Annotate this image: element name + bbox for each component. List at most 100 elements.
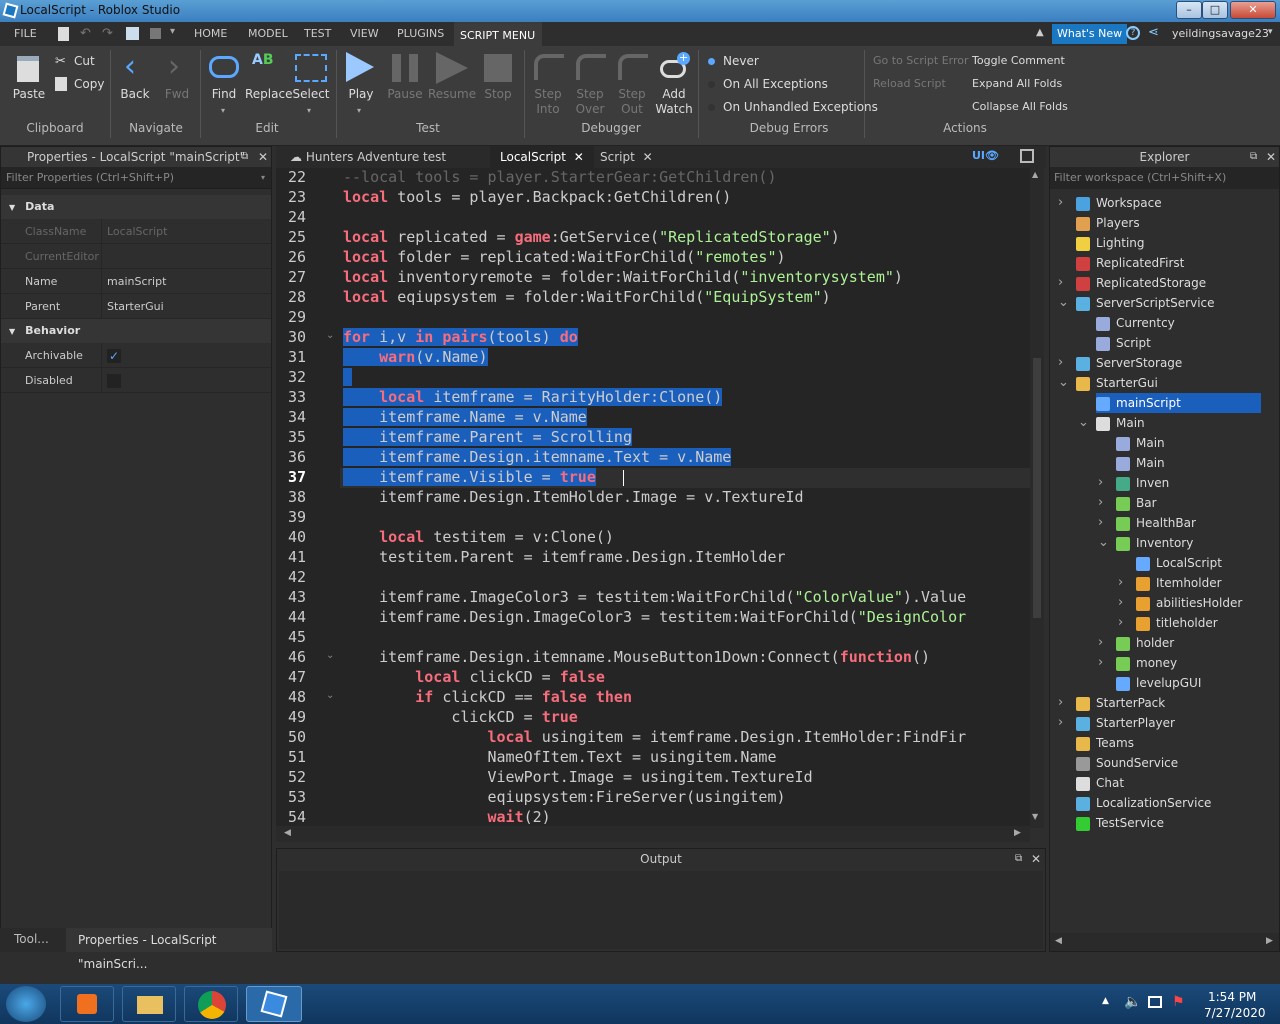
customize-icon[interactable]: ▾ bbox=[170, 26, 175, 37]
forward-button[interactable]: Fwd bbox=[158, 87, 196, 101]
property-value[interactable]: StarterGui bbox=[107, 294, 164, 319]
step-over-icon[interactable] bbox=[576, 54, 606, 80]
explorer-item-holder[interactable]: › holder bbox=[1098, 633, 1174, 653]
explorer-horizontal-scrollbar[interactable]: ◀ ▶ bbox=[1050, 933, 1279, 951]
explorer-item-chat[interactable]: Chat bbox=[1076, 773, 1124, 793]
network-icon[interactable] bbox=[1148, 996, 1162, 1008]
split-view-icon[interactable] bbox=[1020, 149, 1034, 163]
step-into-button[interactable]: Step Into bbox=[528, 87, 568, 117]
editor-vertical-scrollbar[interactable]: ▲ ▼ bbox=[1030, 168, 1044, 828]
copy-button[interactable]: Copy bbox=[74, 77, 104, 91]
collapsed-arrow-icon[interactable]: › bbox=[1098, 473, 1103, 493]
go-to-script-error-button[interactable]: Go to Script Error bbox=[873, 54, 969, 67]
toolbox-icon[interactable] bbox=[126, 27, 139, 40]
roblox-studio-taskbar-icon[interactable] bbox=[246, 986, 302, 1022]
close-icon[interactable]: ✕ bbox=[258, 147, 268, 167]
collapsed-arrow-icon[interactable]: › bbox=[1058, 353, 1063, 373]
expanded-arrow-icon[interactable]: ⌄ bbox=[1078, 413, 1089, 433]
chevron-down-icon[interactable]: ▾ bbox=[261, 167, 265, 189]
action-center-icon[interactable]: ⚑ bbox=[1172, 994, 1185, 1010]
media-player-taskbar-icon[interactable] bbox=[60, 986, 114, 1022]
show-hidden-icons[interactable]: ▲ bbox=[1102, 996, 1109, 1006]
explorer-item-lighting[interactable]: Lighting bbox=[1076, 233, 1145, 253]
collapsed-arrow-icon[interactable]: › bbox=[1118, 573, 1123, 593]
explorer-item-levelupgui[interactable]: levelupGUI bbox=[1116, 673, 1201, 693]
explorer-item-startergui[interactable]: ⌄ StarterGui bbox=[1058, 373, 1158, 393]
help-icon[interactable]: ? bbox=[1126, 26, 1140, 40]
tab-file[interactable]: FILE bbox=[8, 22, 43, 46]
step-out-icon[interactable] bbox=[618, 54, 648, 80]
expanded-arrow-icon[interactable]: ⌄ bbox=[1058, 293, 1069, 313]
clock-time[interactable]: 1:54 PM bbox=[1208, 990, 1256, 1004]
stop-icon[interactable] bbox=[150, 28, 161, 39]
property-parent[interactable]: Parent StarterGui bbox=[1, 294, 271, 319]
property-disabled[interactable]: Disabled bbox=[1, 368, 271, 393]
property-value[interactable]: mainScript bbox=[107, 269, 166, 294]
explorer-item-inven[interactable]: › Inven bbox=[1098, 473, 1169, 493]
explorer-item-mainscript[interactable]: mainScript bbox=[1096, 393, 1261, 413]
explorer-item-bar[interactable]: › Bar bbox=[1098, 493, 1157, 513]
maximize-button[interactable]: □ bbox=[1202, 1, 1228, 19]
collapsed-arrow-icon[interactable]: › bbox=[1098, 513, 1103, 533]
undock-icon[interactable]: ⧉ bbox=[1015, 849, 1022, 869]
collapse-ribbon-icon[interactable]: ▲ bbox=[1036, 27, 1044, 38]
play-icon[interactable] bbox=[346, 52, 374, 82]
collapsed-arrow-icon[interactable]: › bbox=[1098, 493, 1103, 513]
property-name[interactable]: Name mainScript bbox=[1, 269, 271, 294]
filter-workspace-input[interactable]: Filter workspace (Ctrl+Shift+X) bbox=[1050, 167, 1279, 189]
volume-icon[interactable]: 🔈 bbox=[1124, 994, 1141, 1010]
play-dropdown-icon[interactable]: ▾ bbox=[357, 106, 361, 115]
tab-localscript[interactable]: LocalScript ✕ bbox=[490, 146, 594, 168]
close-icon[interactable]: ✕ bbox=[1266, 147, 1276, 167]
step-over-button[interactable]: Step Over bbox=[570, 87, 610, 117]
replace-icon[interactable]: AB bbox=[252, 52, 274, 68]
collapsed-arrow-icon[interactable]: › bbox=[1098, 633, 1103, 653]
fold-toggle-icon[interactable]: ⌄ bbox=[326, 330, 334, 341]
toggle-comment-button[interactable]: Toggle Comment bbox=[972, 54, 1065, 67]
filter-properties-input[interactable]: Filter Properties (Ctrl+Shift+P) ▾ bbox=[1, 167, 271, 189]
explorer-item-serverstorage[interactable]: › ServerStorage bbox=[1058, 353, 1182, 373]
explorer-item-soundservice[interactable]: SoundService bbox=[1076, 753, 1178, 773]
pause-button[interactable]: Pause bbox=[385, 87, 425, 101]
clock-date[interactable]: 7/27/2020 bbox=[1204, 1006, 1266, 1020]
cut-button[interactable]: Cut bbox=[74, 54, 95, 68]
tab-properties[interactable]: Properties - LocalScript "mainScri... bbox=[66, 928, 272, 971]
fold-toggle-icon[interactable]: ⌄ bbox=[326, 690, 334, 701]
find-dropdown-icon[interactable]: ▾ bbox=[221, 106, 225, 115]
collapsed-arrow-icon[interactable]: › bbox=[1058, 193, 1063, 213]
redo-icon[interactable]: ↷ bbox=[102, 26, 113, 41]
editor-horizontal-scrollbar[interactable]: ◀ ▶ bbox=[276, 826, 1030, 842]
explorer-item-abilitiesholder[interactable]: › abilitiesHolder bbox=[1118, 593, 1242, 613]
whats-new-button[interactable]: What's New bbox=[1052, 24, 1128, 44]
find-button[interactable]: Find bbox=[204, 87, 244, 101]
explorer-item-serverscriptservice[interactable]: ⌄ ServerScriptService bbox=[1058, 293, 1215, 313]
undo-icon[interactable]: ↶ bbox=[80, 26, 91, 41]
username[interactable]: yeildingsavage23 bbox=[1172, 27, 1269, 40]
paste-icon[interactable] bbox=[17, 56, 39, 82]
scroll-down-icon[interactable]: ▼ bbox=[1032, 812, 1038, 821]
explorer-item-main[interactable]: Main bbox=[1116, 433, 1165, 453]
back-icon[interactable]: ‹ bbox=[124, 52, 136, 82]
stop-button[interactable]: Stop bbox=[478, 87, 518, 101]
checkbox-checked-icon[interactable]: ✓ bbox=[107, 349, 121, 363]
undock-icon[interactable]: ⧉ bbox=[1250, 147, 1257, 167]
explorer-item-starterplayer[interactable]: › StarterPlayer bbox=[1058, 713, 1175, 733]
checkbox-unchecked-icon[interactable] bbox=[107, 374, 121, 388]
explorer-item-titleholder[interactable]: › titleholder bbox=[1118, 613, 1218, 633]
explorer-item-localscript[interactable]: LocalScript bbox=[1136, 553, 1222, 573]
explorer-item-replicatedfirst[interactable]: ReplicatedFirst bbox=[1076, 253, 1184, 273]
tab-test[interactable]: TEST bbox=[298, 22, 337, 46]
file-explorer-taskbar-icon[interactable] bbox=[122, 986, 176, 1022]
category-behavior[interactable]: ▼ Behavior bbox=[1, 319, 271, 343]
output-body[interactable] bbox=[279, 871, 1043, 949]
collapsed-arrow-icon[interactable]: › bbox=[1058, 693, 1063, 713]
scroll-left-icon[interactable]: ◀ bbox=[284, 828, 291, 838]
tab-script[interactable]: Script ✕ bbox=[590, 146, 663, 168]
explorer-item-players[interactable]: Players bbox=[1076, 213, 1140, 233]
cut-icon[interactable]: ✂ bbox=[55, 54, 66, 69]
property-archivable[interactable]: Archivable ✓ bbox=[1, 343, 271, 368]
expanded-arrow-icon[interactable]: ⌄ bbox=[1058, 373, 1069, 393]
paste-button[interactable]: Paste bbox=[10, 87, 48, 101]
resume-icon[interactable] bbox=[436, 52, 468, 84]
play-button[interactable]: Play bbox=[340, 87, 382, 101]
